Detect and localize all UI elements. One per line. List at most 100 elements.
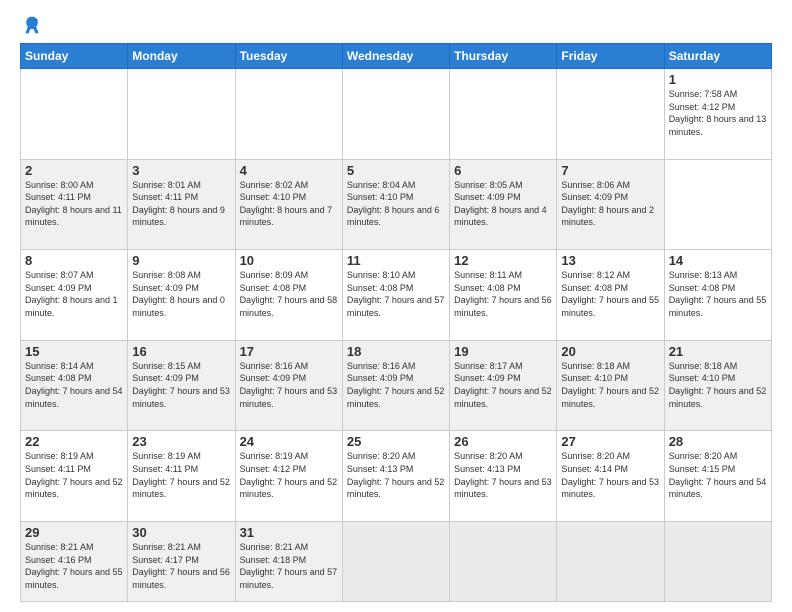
day-number: 20: [561, 344, 659, 359]
day-info: Sunrise: 8:19 AMSunset: 4:12 PMDaylight:…: [240, 451, 338, 499]
day-cell-23: 23Sunrise: 8:19 AMSunset: 4:11 PMDayligh…: [128, 431, 235, 522]
day-number: 11: [347, 253, 445, 268]
day-info: Sunrise: 8:21 AMSunset: 4:18 PMDaylight:…: [240, 542, 338, 590]
day-number: 5: [347, 163, 445, 178]
day-cell-3: 3 Sunrise: 8:01 AMSunset: 4:11 PMDaylight…: [128, 159, 235, 250]
day-header-monday: Monday: [128, 44, 235, 69]
empty-cell: [128, 69, 235, 160]
day-cell-30: 30Sunrise: 8:21 AMSunset: 4:17 PMDayligh…: [128, 522, 235, 602]
day-cell-18: 18 Sunrise: 8:16 AMSunset: 4:09 PMDayligh…: [342, 340, 449, 431]
day-cell-4: 4 Sunrise: 8:02 AMSunset: 4:10 PMDaylight…: [235, 159, 342, 250]
day-number: 18: [347, 344, 445, 359]
header: [20, 15, 772, 35]
day-number: 16: [132, 344, 230, 359]
logo: [20, 15, 42, 35]
day-cell-15: 15 Sunrise: 8:14 AMSunset: 4:08 PMDayligh…: [21, 340, 128, 431]
day-cell-28: 28 Sunrise: 8:20 AMSunset: 4:15 PMDayligh…: [664, 431, 771, 522]
day-cell-29: 29 Sunrise: 8:21 AMSunset: 4:16 PMDayligh…: [21, 522, 128, 602]
day-cell-16: 16 Sunrise: 8:15 AMSunset: 4:09 PMDayligh…: [128, 340, 235, 431]
day-info: Sunrise: 8:08 AMSunset: 4:09 PMDaylight:…: [132, 270, 225, 318]
day-cell-31: 31 Sunrise: 8:21 AMSunset: 4:18 PMDayligh…: [235, 522, 342, 602]
day-cell-6: 6 Sunrise: 8:05 AMSunset: 4:09 PMDaylight…: [450, 159, 557, 250]
day-info: Sunrise: 8:12 AMSunset: 4:08 PMDaylight:…: [561, 270, 659, 318]
day-cell-19: 19 Sunrise: 8:17 AMSunset: 4:09 PMDayligh…: [450, 340, 557, 431]
day-info: Sunrise: 8:15 AMSunset: 4:09 PMDaylight:…: [132, 361, 230, 409]
day-info: Sunrise: 8:20 AMSunset: 4:13 PMDaylight:…: [454, 451, 552, 499]
day-info: Sunrise: 8:13 AMSunset: 4:08 PMDaylight:…: [669, 270, 767, 318]
day-cell-5: 5 Sunrise: 8:04 AMSunset: 4:10 PMDaylight…: [342, 159, 449, 250]
day-number: 4: [240, 163, 338, 178]
day-number: 17: [240, 344, 338, 359]
day-info: Sunrise: 8:21 AMSunset: 4:16 PMDaylight:…: [25, 542, 123, 590]
day-info: Sunrise: 8:18 AMSunset: 4:10 PMDaylight:…: [561, 361, 659, 409]
day-number: 22: [25, 434, 123, 449]
day-info: Sunrise: 8:14 AMSunset: 4:08 PMDaylight:…: [25, 361, 123, 409]
day-number: 7: [561, 163, 659, 178]
day-number: 9: [132, 253, 230, 268]
day-header-tuesday: Tuesday: [235, 44, 342, 69]
day-cell-11: 11 Sunrise: 8:10 AMSunset: 4:08 PMDayligh…: [342, 250, 449, 341]
page: SundayMondayTuesdayWednesdayThursdayFrid…: [0, 0, 792, 612]
day-info: Sunrise: 8:11 AMSunset: 4:08 PMDaylight:…: [454, 270, 552, 318]
day-info: Sunrise: 8:05 AMSunset: 4:09 PMDaylight:…: [454, 180, 547, 228]
day-info: Sunrise: 8:07 AMSunset: 4:09 PMDaylight:…: [25, 270, 118, 318]
day-cell-24: 24Sunrise: 8:19 AMSunset: 4:12 PMDayligh…: [235, 431, 342, 522]
day-cell-20: 20 Sunrise: 8:18 AMSunset: 4:10 PMDayligh…: [557, 340, 664, 431]
day-number: 28: [669, 434, 767, 449]
day-info: Sunrise: 8:04 AMSunset: 4:10 PMDaylight:…: [347, 180, 440, 228]
empty-cell: [450, 69, 557, 160]
day-info: Sunrise: 8:02 AMSunset: 4:10 PMDaylight:…: [240, 180, 333, 228]
day-number: 29: [25, 525, 123, 540]
day-header-wednesday: Wednesday: [342, 44, 449, 69]
day-info: Sunrise: 7:58 AMSunset: 4:12 PMDaylight:…: [669, 89, 767, 137]
day-cell-1: 1 Sunrise: 7:58 AMSunset: 4:12 PMDaylight…: [664, 69, 771, 160]
day-cell-27: 27Sunrise: 8:20 AMSunset: 4:14 PMDayligh…: [557, 431, 664, 522]
day-number: 31: [240, 525, 338, 540]
day-cell-26: 26 Sunrise: 8:20 AMSunset: 4:13 PMDayligh…: [450, 431, 557, 522]
day-info: Sunrise: 8:20 AMSunset: 4:14 PMDaylight:…: [561, 451, 659, 499]
empty-cell: [664, 522, 771, 602]
day-info: Sunrise: 8:18 AMSunset: 4:10 PMDaylight:…: [669, 361, 767, 409]
day-number: 26: [454, 434, 552, 449]
day-info: Sunrise: 8:01 AMSunset: 4:11 PMDaylight:…: [132, 180, 225, 228]
day-cell-7: 7 Sunrise: 8:06 AMSunset: 4:09 PMDaylight…: [557, 159, 664, 250]
day-cell-25: 25Sunrise: 8:20 AMSunset: 4:13 PMDayligh…: [342, 431, 449, 522]
day-number: 1: [669, 72, 767, 87]
empty-cell: [342, 69, 449, 160]
day-number: 8: [25, 253, 123, 268]
day-number: 3: [132, 163, 230, 178]
day-header-thursday: Thursday: [450, 44, 557, 69]
day-number: 2: [25, 163, 123, 178]
day-info: Sunrise: 8:06 AMSunset: 4:09 PMDaylight:…: [561, 180, 654, 228]
empty-cell: [235, 69, 342, 160]
day-cell-9: 9 Sunrise: 8:08 AMSunset: 4:09 PMDaylight…: [128, 250, 235, 341]
day-number: 21: [669, 344, 767, 359]
empty-cell: [450, 522, 557, 602]
day-number: 13: [561, 253, 659, 268]
day-info: Sunrise: 8:16 AMSunset: 4:09 PMDaylight:…: [240, 361, 338, 409]
day-info: Sunrise: 8:00 AMSunset: 4:11 PMDaylight:…: [25, 180, 122, 228]
day-number: 6: [454, 163, 552, 178]
day-number: 14: [669, 253, 767, 268]
empty-cell: [21, 69, 128, 160]
empty-cell: [557, 69, 664, 160]
day-info: Sunrise: 8:16 AMSunset: 4:09 PMDaylight:…: [347, 361, 445, 409]
logo-bird-icon: [22, 15, 42, 35]
day-header-saturday: Saturday: [664, 44, 771, 69]
day-cell-21: 21 Sunrise: 8:18 AMSunset: 4:10 PMDayligh…: [664, 340, 771, 431]
day-number: 30: [132, 525, 230, 540]
day-number: 10: [240, 253, 338, 268]
day-number: 19: [454, 344, 552, 359]
day-info: Sunrise: 8:10 AMSunset: 4:08 PMDaylight:…: [347, 270, 445, 318]
calendar-table: SundayMondayTuesdayWednesdayThursdayFrid…: [20, 43, 772, 602]
day-cell-17: 17 Sunrise: 8:16 AMSunset: 4:09 PMDayligh…: [235, 340, 342, 431]
day-header-friday: Friday: [557, 44, 664, 69]
day-cell-10: 10Sunrise: 8:09 AMSunset: 4:08 PMDayligh…: [235, 250, 342, 341]
day-number: 12: [454, 253, 552, 268]
day-number: 15: [25, 344, 123, 359]
day-info: Sunrise: 8:19 AMSunset: 4:11 PMDaylight:…: [25, 451, 123, 499]
day-info: Sunrise: 8:17 AMSunset: 4:09 PMDaylight:…: [454, 361, 552, 409]
day-number: 25: [347, 434, 445, 449]
day-info: Sunrise: 8:20 AMSunset: 4:15 PMDaylight:…: [669, 451, 767, 499]
day-cell-22: 22 Sunrise: 8:19 AMSunset: 4:11 PMDayligh…: [21, 431, 128, 522]
